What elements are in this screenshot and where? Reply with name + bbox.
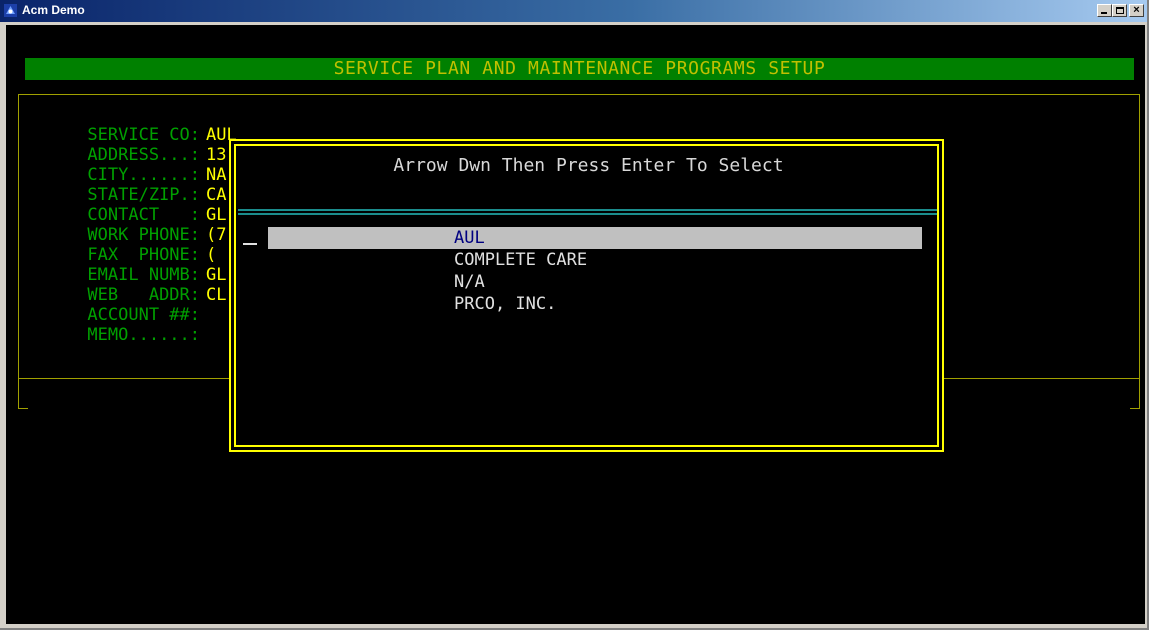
list-item-label: AUL [454,228,485,248]
field-account[interactable]: ACCOUNT ##: [26,288,206,324]
maximize-icon [1116,7,1124,14]
field-contact[interactable]: CONTACT : GL [26,188,226,224]
field-email[interactable]: EMAIL NUMB: GL [26,248,226,284]
field-work-phone[interactable]: WORK PHONE: (7 [26,208,226,244]
left-corner-tick [18,408,28,409]
list-item-label: N/A [454,272,485,292]
right-corner-tick [1130,408,1140,409]
screen-header: SERVICE PLAN AND MAINTENANCE PROGRAMS SE… [333,58,826,79]
minimize-icon [1101,12,1107,14]
list-item-label: PRCO, INC. [454,294,557,314]
list-item-prco[interactable]: PRCO, INC. [268,293,922,315]
left-corner-glyph [18,379,19,409]
app-icon [4,4,17,17]
close-icon: × [1133,4,1140,16]
app-window: Acm Demo × SERVICE PLAN AND MAINTENANCE … [0,0,1149,630]
dialog-instruction: Arrow Dwn Then Press Enter To Select [393,155,784,176]
minimize-button[interactable] [1097,4,1112,17]
right-corner-glyph [1139,379,1140,409]
field-address[interactable]: ADDRESS...: 13 [26,128,226,164]
title-bar[interactable]: Acm Demo × [0,0,1147,22]
field-service-co[interactable]: SERVICE CO: AUL [26,108,236,144]
close-button[interactable]: × [1129,4,1144,17]
list-item-aul[interactable]: AUL [268,227,922,249]
field-city[interactable]: CITY......: NA [26,148,226,184]
list-item-complete-care[interactable]: COMPLETE CARE [268,249,922,271]
window-title: Acm Demo [22,3,85,17]
dialog-separator [238,209,937,215]
field-state-zip[interactable]: STATE/ZIP.: CA [26,168,226,204]
maximize-button[interactable] [1112,4,1127,17]
text-cursor [243,243,257,245]
selection-dialog: Arrow Dwn Then Press Enter To Select AUL… [229,139,944,452]
list-item-label: COMPLETE CARE [454,250,588,270]
field-label: MEMO......: [87,325,201,345]
field-value: CL [206,285,227,305]
console-screen[interactable]: SERVICE PLAN AND MAINTENANCE PROGRAMS SE… [6,25,1145,624]
field-memo[interactable]: MEMO......: [26,308,206,344]
header-bar: SERVICE PLAN AND MAINTENANCE PROGRAMS SE… [25,58,1134,80]
list-item-na[interactable]: N/A [268,271,922,293]
field-fax-phone[interactable]: FAX PHONE:( [26,228,216,264]
field-web-addr[interactable]: WEB ADDR: CL [26,268,226,304]
